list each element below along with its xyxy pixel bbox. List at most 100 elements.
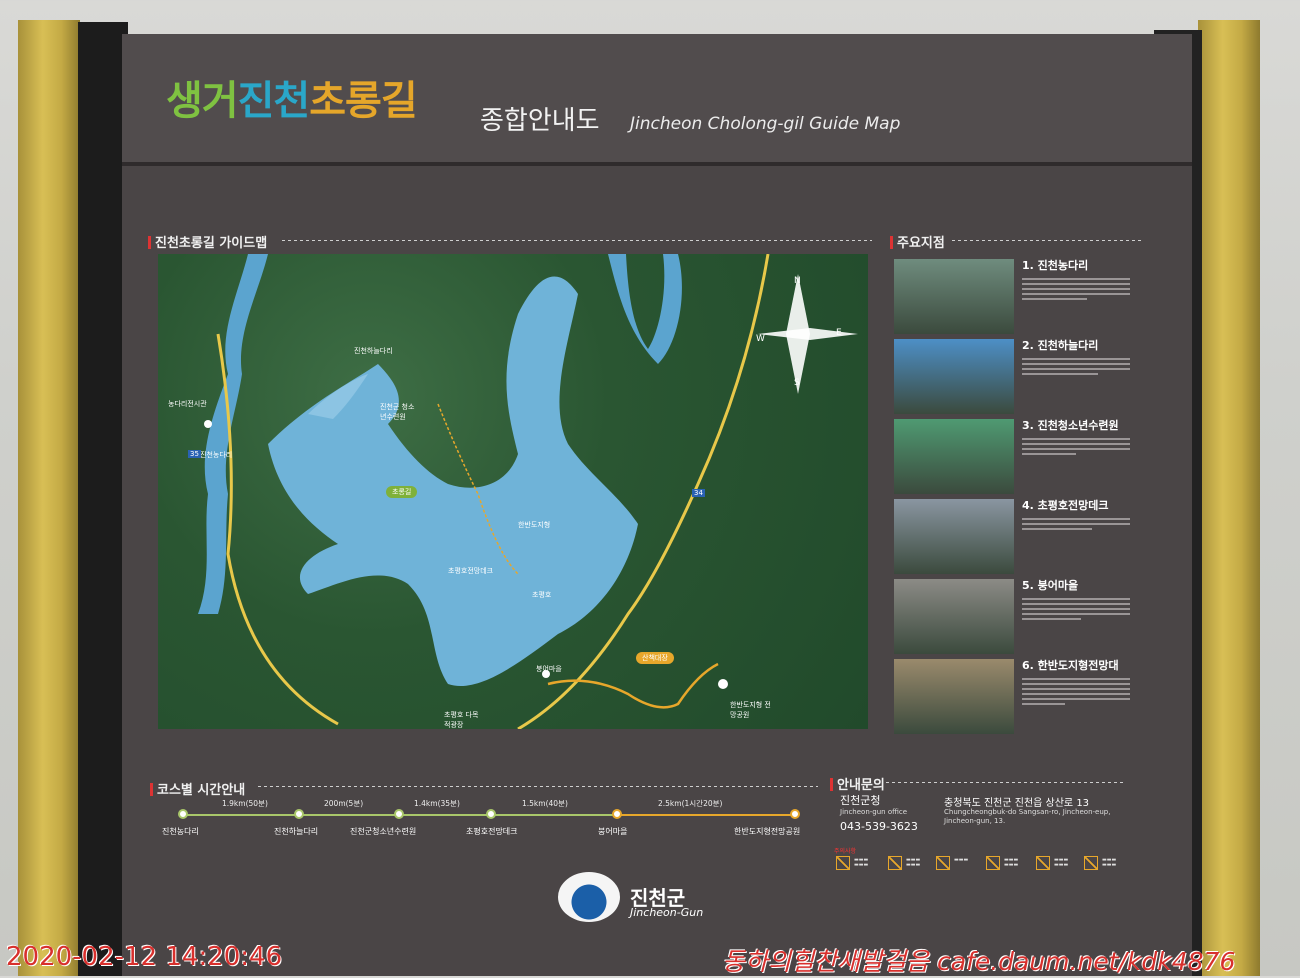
compass-s: S — [794, 378, 800, 388]
board-subtitle: 종합안내도 — [480, 106, 600, 136]
caution-text: ▬▬▬ ▬▬▬ — [906, 857, 921, 868]
route-pill-walk: 산책대장 — [636, 652, 674, 664]
route-pill-cholong: 초롱길 — [386, 486, 418, 498]
spot-photo — [894, 419, 1014, 494]
spot-description — [1022, 675, 1130, 708]
timeline-stop: 붕어마을 — [598, 827, 628, 836]
jincheon-logo-mark — [558, 872, 620, 922]
spot-description — [1022, 275, 1130, 303]
spot-description — [1022, 355, 1130, 378]
map-label-nongdari: 진천농다리 — [200, 451, 233, 459]
photo-timestamp: 2020-02-12 14:20:46 — [6, 942, 283, 972]
spot-photo — [894, 259, 1014, 334]
timeline-stop: 초평호전망데크 — [466, 827, 518, 836]
timeline-distance: 2.5km(1시간20분) — [658, 799, 723, 808]
timeline-distance: 1.5km(40분) — [522, 799, 568, 808]
contact-rule — [886, 782, 1126, 783]
timeline-distance: 1.4km(35분) — [414, 799, 460, 808]
timeline-stop-dot — [178, 809, 188, 819]
map-section-label: 진천초롱길 가이드맵 — [148, 232, 267, 251]
spot-item: 1. 진천농다리 — [894, 259, 1134, 334]
caution-text: ▬▬▬ ▬▬▬ — [1054, 857, 1069, 868]
caution-text: ▬▬▬ ▬▬▬ — [1102, 857, 1117, 868]
spot-item: 2. 진천하늘다리 — [894, 339, 1134, 414]
map-label-hanbando-park: 한반도지형 전망공원 — [730, 701, 771, 719]
map-graphic — [198, 254, 858, 729]
caution-icon — [1084, 856, 1098, 870]
logo-text-en: Jincheon-Gun — [630, 906, 704, 919]
caution-label: 주의사항 — [834, 848, 857, 855]
spot-name: 3. 진천청소년수련원 — [1022, 419, 1119, 432]
contact-address: 충청북도 진천군 진천읍 상산로 13 — [944, 798, 1090, 809]
caution-icon — [986, 856, 1000, 870]
spot-photo — [894, 579, 1014, 654]
right-yellow-post — [1198, 20, 1260, 976]
contact-address-en: Chungcheongbuk-do Sangsan-ro, Jincheon-e… — [944, 808, 1111, 825]
compass-e: E — [836, 328, 842, 338]
left-frame — [78, 22, 128, 976]
timeline-stop-dot — [486, 809, 496, 819]
spot-photo — [894, 499, 1014, 574]
map-label-bungeo: 붕어마을 — [536, 665, 562, 673]
timeline-stop: 진천하늘다리 — [274, 827, 319, 836]
timeline-stop: 한반도지형전망공원 — [734, 827, 801, 836]
route-35-badge: 35 — [188, 450, 201, 458]
spot-name: 1. 진천농다리 — [1022, 259, 1089, 272]
timeline-distance: 200m(5분) — [324, 799, 364, 808]
spot-item: 6. 한반도지형전망대 — [894, 659, 1134, 734]
board-header: 생거진천초롱길 종합안내도 Jincheon Cholong-gil Guide… — [122, 34, 1192, 166]
map-label-lake: 초평호 — [532, 591, 552, 599]
spot-description — [1022, 595, 1130, 623]
map-label-nongdari-museum: 농다리전시관 — [168, 400, 207, 408]
timeline-stop-dot — [294, 809, 304, 819]
compass-w: W — [756, 334, 765, 344]
spot-name: 2. 진천하늘다리 — [1022, 339, 1099, 352]
spot-name: 4. 초평호전망데크 — [1022, 499, 1109, 512]
timeline-orange-line — [616, 814, 796, 816]
title-part-2: 진천 — [237, 78, 311, 124]
map-section-rule — [282, 240, 872, 241]
spot-name: 5. 붕어마을 — [1022, 579, 1079, 592]
caution-icon — [888, 856, 902, 870]
map-label-haneul-bridge: 진천하늘다리 — [354, 347, 393, 355]
spots-section-label: 주요지점 — [890, 232, 945, 251]
title-part-3: 초롱길 — [309, 78, 417, 124]
timeline-distance: 1.9km(50분) — [222, 799, 268, 808]
photo-watermark: 동하의힐찬새발걸음 cafe.daum.net/kdk4876 — [722, 947, 1236, 976]
spot-item: 3. 진천청소년수련원 — [894, 419, 1134, 494]
course-timeline: 1.9km(50분) 200m(5분) 1.4km(35분) 1.5km(40분… — [160, 786, 810, 846]
compass-n: N — [794, 276, 801, 286]
timeline-stop-dot — [790, 809, 800, 819]
timeline-stop-dot — [612, 809, 622, 819]
caution-icon — [936, 856, 950, 870]
board-title: 생거진천초롱길 — [166, 68, 418, 126]
timeline-stop-dot — [394, 809, 404, 819]
spot-item: 5. 붕어마을 — [894, 579, 1134, 654]
left-yellow-post — [18, 20, 80, 976]
spot-item: 4. 초평호전망데크 — [894, 499, 1134, 574]
spot-name: 6. 한반도지형전망대 — [1022, 659, 1119, 672]
caution-text: ▬▬▬ ▬▬▬ — [1004, 857, 1019, 868]
map-label-dahaeng: 초평호 다목적광장 — [444, 711, 479, 729]
route-34-badge: 34 — [692, 489, 705, 497]
caution-text: ▬▬▬ — [954, 857, 969, 863]
spot-description — [1022, 515, 1130, 533]
timeline-stop: 진천농다리 — [162, 827, 199, 836]
caution-text: ▬▬▬ ▬▬▬ — [854, 857, 869, 868]
timeline-stop: 진천군청소년수련원 — [350, 827, 417, 836]
spot-photo — [894, 339, 1014, 414]
guide-board: 생거진천초롱길 종합안내도 Jincheon Cholong-gil Guide… — [122, 34, 1192, 976]
contact-office-en: Jincheon-gun office — [840, 808, 908, 816]
spot-photo — [894, 659, 1014, 734]
board-title-en: Jincheon Cholong-gil Guide Map — [630, 114, 901, 134]
title-part-1: 생거 — [166, 78, 239, 124]
caution-icon — [1036, 856, 1050, 870]
spot-description — [1022, 435, 1130, 458]
contact-phone: 043-539-3623 — [840, 820, 918, 833]
map-label-hanbando: 한반도지형 — [518, 521, 551, 529]
guide-map: 농다리전시관 진천하늘다리 진천군 청소년수련원 진천농다리 초평호전망데크 한… — [158, 254, 868, 729]
contact-office: 진천군청 — [840, 794, 881, 807]
spots-section-rule — [952, 240, 1142, 241]
map-label-observatory: 초평호전망데크 — [448, 567, 494, 575]
caution-icon — [836, 856, 850, 870]
